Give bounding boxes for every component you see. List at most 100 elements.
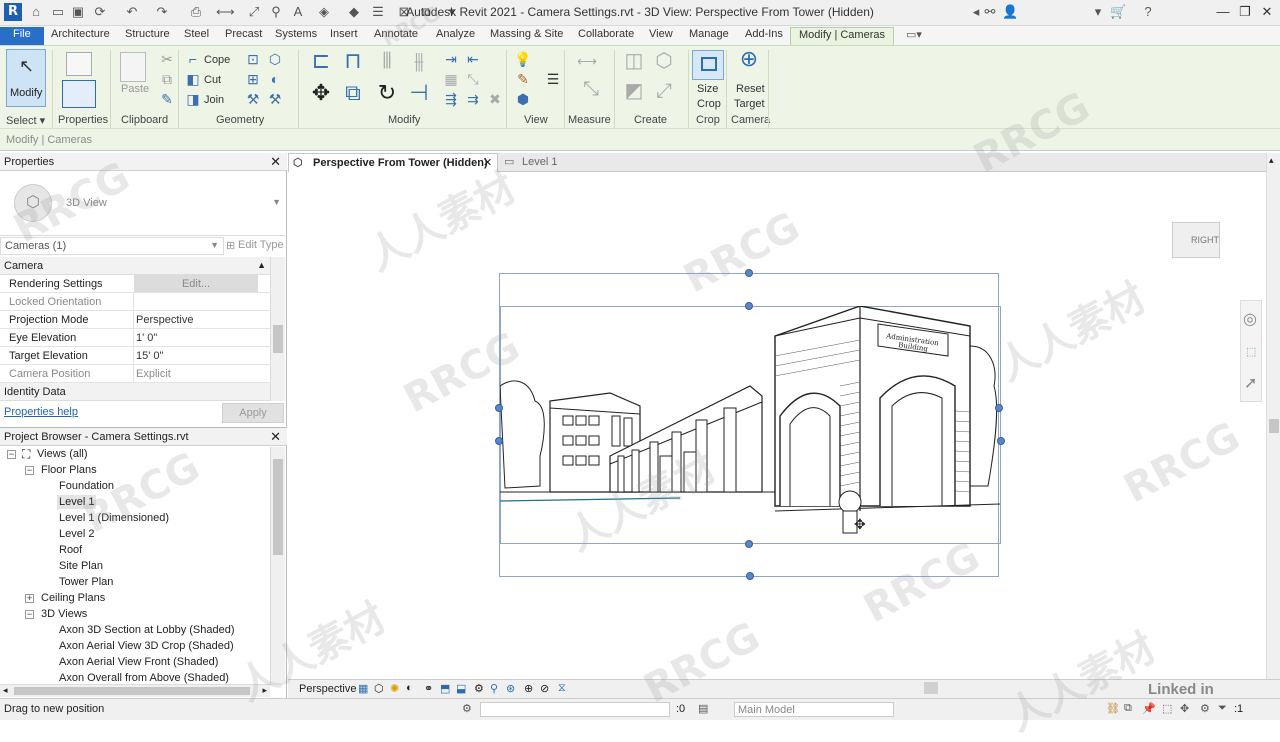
dimension-measure-icon[interactable]: ⤡: [578, 79, 604, 99]
scroll-thumb[interactable]: [14, 687, 250, 695]
create-parts-icon[interactable]: ◫: [622, 51, 646, 71]
delete-icon[interactable]: ✖: [486, 90, 504, 108]
geometry-tool-icon[interactable]: ⬡: [266, 50, 284, 68]
mirror-draw-icon[interactable]: ⫵: [406, 50, 432, 78]
dropdown-icon[interactable]: ▾: [1090, 4, 1106, 20]
highlight-icon[interactable]: ⧖: [558, 682, 566, 695]
paste-icon[interactable]: [120, 52, 146, 82]
tab-steel[interactable]: Steel: [184, 28, 209, 45]
close-tab-icon[interactable]: ✕: [483, 156, 492, 169]
tree-root-views[interactable]: Views (all): [37, 448, 88, 460]
properties-scrollbar[interactable]: [270, 257, 285, 401]
tree-item-roof[interactable]: Roof: [59, 544, 82, 556]
steering-wheel-icon[interactable]: ◎: [1243, 309, 1257, 329]
view-tool-icon[interactable]: ☰: [544, 70, 562, 88]
align-icon[interactable]: ⊏: [308, 50, 334, 78]
worksharing-icon[interactable]: ⊕: [524, 682, 533, 695]
target-label[interactable]: Target: [734, 98, 765, 110]
prop-value[interactable]: Perspective: [136, 314, 193, 326]
split-face-icon[interactable]: ⊞: [244, 70, 262, 88]
tree-item-3d-view[interactable]: Axon Aerial View Front (Shaded): [59, 656, 218, 668]
analytical-model-icon[interactable]: ⊘: [540, 682, 549, 695]
tab-collaborate[interactable]: Collaborate: [578, 28, 634, 45]
linework-icon[interactable]: ⬢: [514, 90, 532, 108]
binoculars-icon[interactable]: ⚯: [982, 4, 998, 20]
tree-item-3d-view[interactable]: Axon Overall from Above (Shaded): [59, 672, 229, 684]
detail-level-icon[interactable]: ▦: [358, 682, 368, 695]
tab-annotate[interactable]: Annotate: [374, 28, 418, 45]
type-properties-icon[interactable]: [66, 52, 92, 76]
select-links-icon[interactable]: ⛓: [1106, 702, 1120, 715]
far-clip-handle-left[interactable]: [495, 437, 503, 445]
prop-value[interactable]: 15' 0": [136, 350, 163, 362]
user-icon[interactable]: 👤: [1002, 4, 1018, 20]
mirror-axis-icon[interactable]: ⫴: [374, 50, 400, 78]
apply-button[interactable]: Apply: [222, 403, 284, 423]
collapse-toggle-icon[interactable]: −: [7, 450, 16, 459]
viewcube[interactable]: RIGHT: [1172, 222, 1220, 258]
join-label[interactable]: Join: [204, 94, 224, 106]
camera-group-header[interactable]: Camera ▲: [0, 257, 270, 275]
tree-item-site-plan[interactable]: Site Plan: [59, 560, 103, 572]
tab-level-1[interactable]: ▭ Level 1: [500, 153, 590, 172]
close-button[interactable]: ✕: [1256, 2, 1278, 22]
help-icon[interactable]: ?: [1140, 4, 1156, 20]
tree-item-level-2[interactable]: Level 2: [59, 528, 94, 540]
crop-handle-right[interactable]: [995, 404, 1003, 412]
render-icon[interactable]: ⚭: [424, 682, 433, 695]
browser-hscrollbar[interactable]: ◂ ▸: [0, 684, 270, 697]
unpin-icon[interactable]: ⇶: [442, 90, 460, 108]
tab-analyze[interactable]: Analyze: [436, 28, 475, 45]
tab-systems[interactable]: Systems: [275, 28, 317, 45]
workset-field[interactable]: [480, 702, 670, 717]
visual-style-icon[interactable]: ⬡: [374, 682, 384, 695]
edit-rendering-button[interactable]: Edit...: [134, 275, 258, 292]
copy-clipboard-icon[interactable]: ⧉: [158, 70, 176, 88]
split-icon[interactable]: ⇥: [442, 50, 460, 68]
drag-elements-icon[interactable]: ✥: [1180, 702, 1189, 715]
edit-type-button[interactable]: ⊞ Edit Type: [226, 237, 284, 255]
chevron-down-icon[interactable]: ▼: [272, 197, 281, 207]
unlocked-view-icon[interactable]: ⚙: [474, 682, 484, 695]
tree-item-level-1-dimensioned[interactable]: Level 1 (Dimensioned): [59, 512, 169, 524]
create-assembly-icon[interactable]: ◩: [622, 81, 646, 101]
reveal-hidden-icon[interactable]: ⊛: [506, 682, 515, 695]
expand-toggle-icon[interactable]: +: [25, 594, 34, 603]
tree-ceiling-plans[interactable]: Ceiling Plans: [41, 592, 105, 604]
wall-joins-icon[interactable]: ⊡: [244, 50, 262, 68]
crop-handle-left[interactable]: [495, 404, 503, 412]
tab-modify-cameras[interactable]: Modify | Cameras: [790, 27, 894, 45]
crop-handle-bottom[interactable]: [745, 540, 753, 548]
cut-label[interactable]: Cut: [204, 74, 221, 86]
far-clip-handle-right[interactable]: [997, 437, 1005, 445]
tab-perspective-from-tower[interactable]: ⬡ Perspective From Tower (Hidden) ✕: [288, 153, 498, 172]
design-option-dropdown[interactable]: Main Model: [734, 702, 894, 717]
override-icon[interactable]: ✎: [514, 70, 532, 88]
ribbon-display-options-icon[interactable]: ▭▾: [906, 28, 922, 45]
properties-icon[interactable]: [62, 80, 96, 108]
cope-icon[interactable]: ⌐: [184, 50, 202, 68]
restore-button[interactable]: ❐: [1234, 2, 1256, 22]
drawing-canvas[interactable]: Administration Building ✥ RIGHT ◎ ⬚ ➚ ▴: [288, 153, 1280, 679]
select-pinned-icon[interactable]: 📌: [1142, 702, 1156, 715]
scroll-thumb[interactable]: [273, 325, 283, 353]
trim-icon[interactable]: ⊣: [406, 82, 432, 110]
offset-icon[interactable]: ⊓: [340, 50, 366, 78]
view-mode-label[interactable]: Perspective: [299, 683, 356, 695]
demolish-icon[interactable]: ⚒: [244, 90, 262, 108]
design-options-icon[interactable]: ▤: [698, 702, 708, 715]
far-clip-handle[interactable]: [745, 269, 753, 277]
tree-3d-views[interactable]: 3D Views: [41, 608, 87, 620]
collapse-toggle-icon[interactable]: −: [25, 610, 34, 619]
scroll-thumb[interactable]: [1269, 419, 1279, 433]
cope-label[interactable]: Cope: [204, 54, 230, 66]
navigate-icon[interactable]: ➚: [1244, 373, 1257, 393]
tree-item-3d-view[interactable]: Axon Aerial View 3D Crop (Shaded): [59, 640, 234, 652]
tab-massing-site[interactable]: Massing & Site: [490, 28, 563, 45]
tab-add-ins[interactable]: Add-Ins: [745, 28, 783, 45]
shadows-icon[interactable]: ◐: [406, 682, 413, 694]
crop-view-icon[interactable]: ⬒: [440, 682, 450, 695]
tab-file[interactable]: File: [0, 27, 44, 45]
scroll-thumb[interactable]: [273, 459, 283, 555]
show-crop-icon[interactable]: ⬓: [456, 682, 466, 695]
